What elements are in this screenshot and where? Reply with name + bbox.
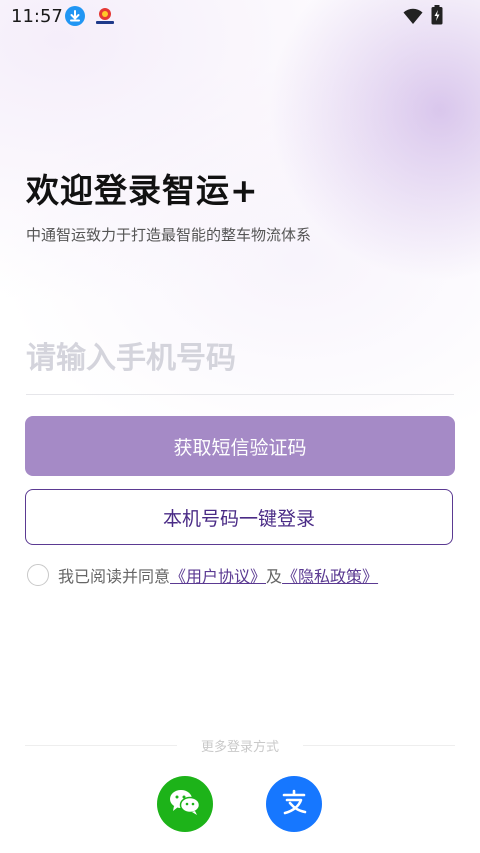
agreement-and: 及 — [266, 567, 283, 586]
status-time: 11:57 — [11, 6, 63, 27]
battery-charging-icon — [431, 5, 443, 29]
page-title: 欢迎登录智运+ — [26, 171, 259, 210]
alipay-icon — [280, 788, 308, 820]
phone-number-input[interactable] — [26, 333, 454, 383]
alipay-login-button[interactable] — [266, 776, 322, 832]
one-key-login-button[interactable]: 本机号码一键登录 — [25, 489, 453, 545]
divider-line-right — [303, 744, 456, 746]
wechat-icon — [169, 788, 201, 820]
divider-line-left — [25, 744, 177, 746]
agreement-checkbox[interactable] — [27, 564, 49, 586]
download-icon — [65, 6, 85, 26]
more-login-label: 更多登录方式 — [201, 739, 280, 755]
more-login-divider: 更多登录方式 — [25, 735, 456, 755]
status-bar: 11:57 — [0, 0, 480, 32]
agreement-row: 我已阅读并同意 《用户协议》 及 《隐私政策》 — [27, 563, 378, 587]
page-subtitle: 中通智运致力于打造最智能的整车物流体系 — [26, 226, 312, 244]
wifi-icon — [403, 7, 423, 29]
get-sms-code-button[interactable]: 获取短信验证码 — [25, 416, 455, 476]
app-badge-icon — [94, 6, 116, 26]
input-underline — [26, 394, 454, 395]
privacy-policy-link[interactable]: 《隐私政策》 — [282, 563, 378, 587]
user-agreement-link[interactable]: 《用户协议》 — [170, 563, 266, 587]
wechat-login-button[interactable] — [157, 776, 213, 832]
agreement-prefix: 我已阅读并同意 — [58, 567, 171, 586]
